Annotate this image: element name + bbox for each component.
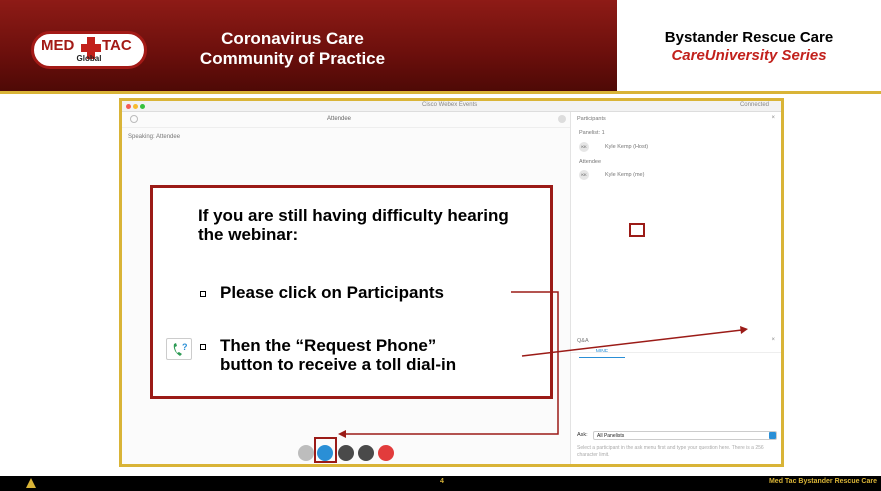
attendee-name[interactable]: Kyle Kemp (me) [605, 172, 644, 178]
logo-med-text: MED [41, 37, 75, 54]
qa-header[interactable]: Q&A [577, 338, 589, 344]
slide-title-line1: Coronavirus Care [221, 29, 364, 48]
ask-row: Ask: All Panelists [577, 431, 777, 440]
bullet-icon [200, 291, 206, 297]
participants-button-highlight [314, 437, 337, 463]
instruction-callout: If you are still having difficulty heari… [150, 185, 553, 399]
slide-title: Coronavirus Care Community of Practice [160, 29, 425, 69]
speaking-indicator: Speaking: Attendee [128, 134, 181, 140]
panelist-group[interactable]: Panelist: 1 [579, 130, 605, 136]
panelist-name[interactable]: Kyle Kemp (Host) [605, 144, 648, 150]
ask-label: Ask: [577, 432, 588, 438]
info-icon[interactable] [130, 115, 138, 123]
page-number: 4 [440, 478, 444, 485]
close-participants-icon[interactable]: × [771, 115, 775, 121]
callout-intro: If you are still having difficulty heari… [198, 206, 509, 244]
window-titlebar: Cisco Webex Events Connected [122, 101, 781, 112]
bullet-request-phone-line2: button to receive a toll dial-in [220, 355, 457, 374]
ask-value: All Panelists [597, 433, 625, 439]
med-tac-logo: MED TAC Global [31, 31, 147, 69]
maximize-window-icon[interactable] [140, 104, 145, 109]
chevron-down-icon[interactable] [769, 432, 776, 439]
logo-tac-text: TAC [102, 37, 132, 54]
footer-logo-icon [26, 478, 36, 488]
participants-panel: Participants × Panelist: 1 KK Kyle Kemp … [570, 112, 781, 464]
request-phone-highlight[interactable] [629, 223, 645, 237]
participants-header[interactable]: Participants [577, 116, 606, 122]
close-qa-icon[interactable]: × [771, 337, 775, 343]
stage-toolbar: Attendee [122, 112, 570, 128]
connection-status: Connected [739, 102, 769, 108]
share-button[interactable] [338, 445, 354, 461]
avatar: KK [579, 170, 589, 180]
footer-text: Med Tac Bystander Rescue Care [768, 478, 877, 485]
expand-icon[interactable] [558, 115, 566, 123]
bullet-icon [200, 344, 206, 350]
qa-divider [571, 352, 781, 353]
footer: 4 Med Tac Bystander Rescue Care [0, 476, 881, 491]
attendee-label: Attendee [327, 116, 352, 122]
series-title-line2: CareUniversity Series [671, 47, 827, 64]
ask-select[interactable]: All Panelists [593, 431, 777, 440]
bullet-participants-text: Please click on Participants [220, 283, 444, 302]
bullet-request-phone-line1: Then the “Request Phone” [220, 336, 437, 355]
close-window-icon[interactable] [126, 104, 131, 109]
window-title: Cisco Webex Events [422, 102, 478, 108]
more-options-button[interactable] [358, 445, 374, 461]
leave-button[interactable] [378, 445, 394, 461]
tab-mine[interactable]: MINE [579, 349, 625, 358]
attendee-group[interactable]: Attendee [579, 159, 601, 165]
series-title-line1: Bystander Rescue Care [664, 29, 834, 46]
avatar: KK [579, 142, 589, 152]
logo-global-text: Global [76, 54, 102, 63]
series-title: Bystander Rescue Care CareUniversity Ser… [620, 29, 878, 65]
minimize-window-icon[interactable] [133, 104, 138, 109]
mute-button[interactable] [298, 445, 314, 461]
request-phone-icon: ? [166, 338, 192, 360]
question-input[interactable]: Select a participant in the ask menu fir… [577, 445, 777, 459]
svg-text:?: ? [182, 342, 188, 352]
slide-title-line2: Community of Practice [199, 49, 386, 68]
